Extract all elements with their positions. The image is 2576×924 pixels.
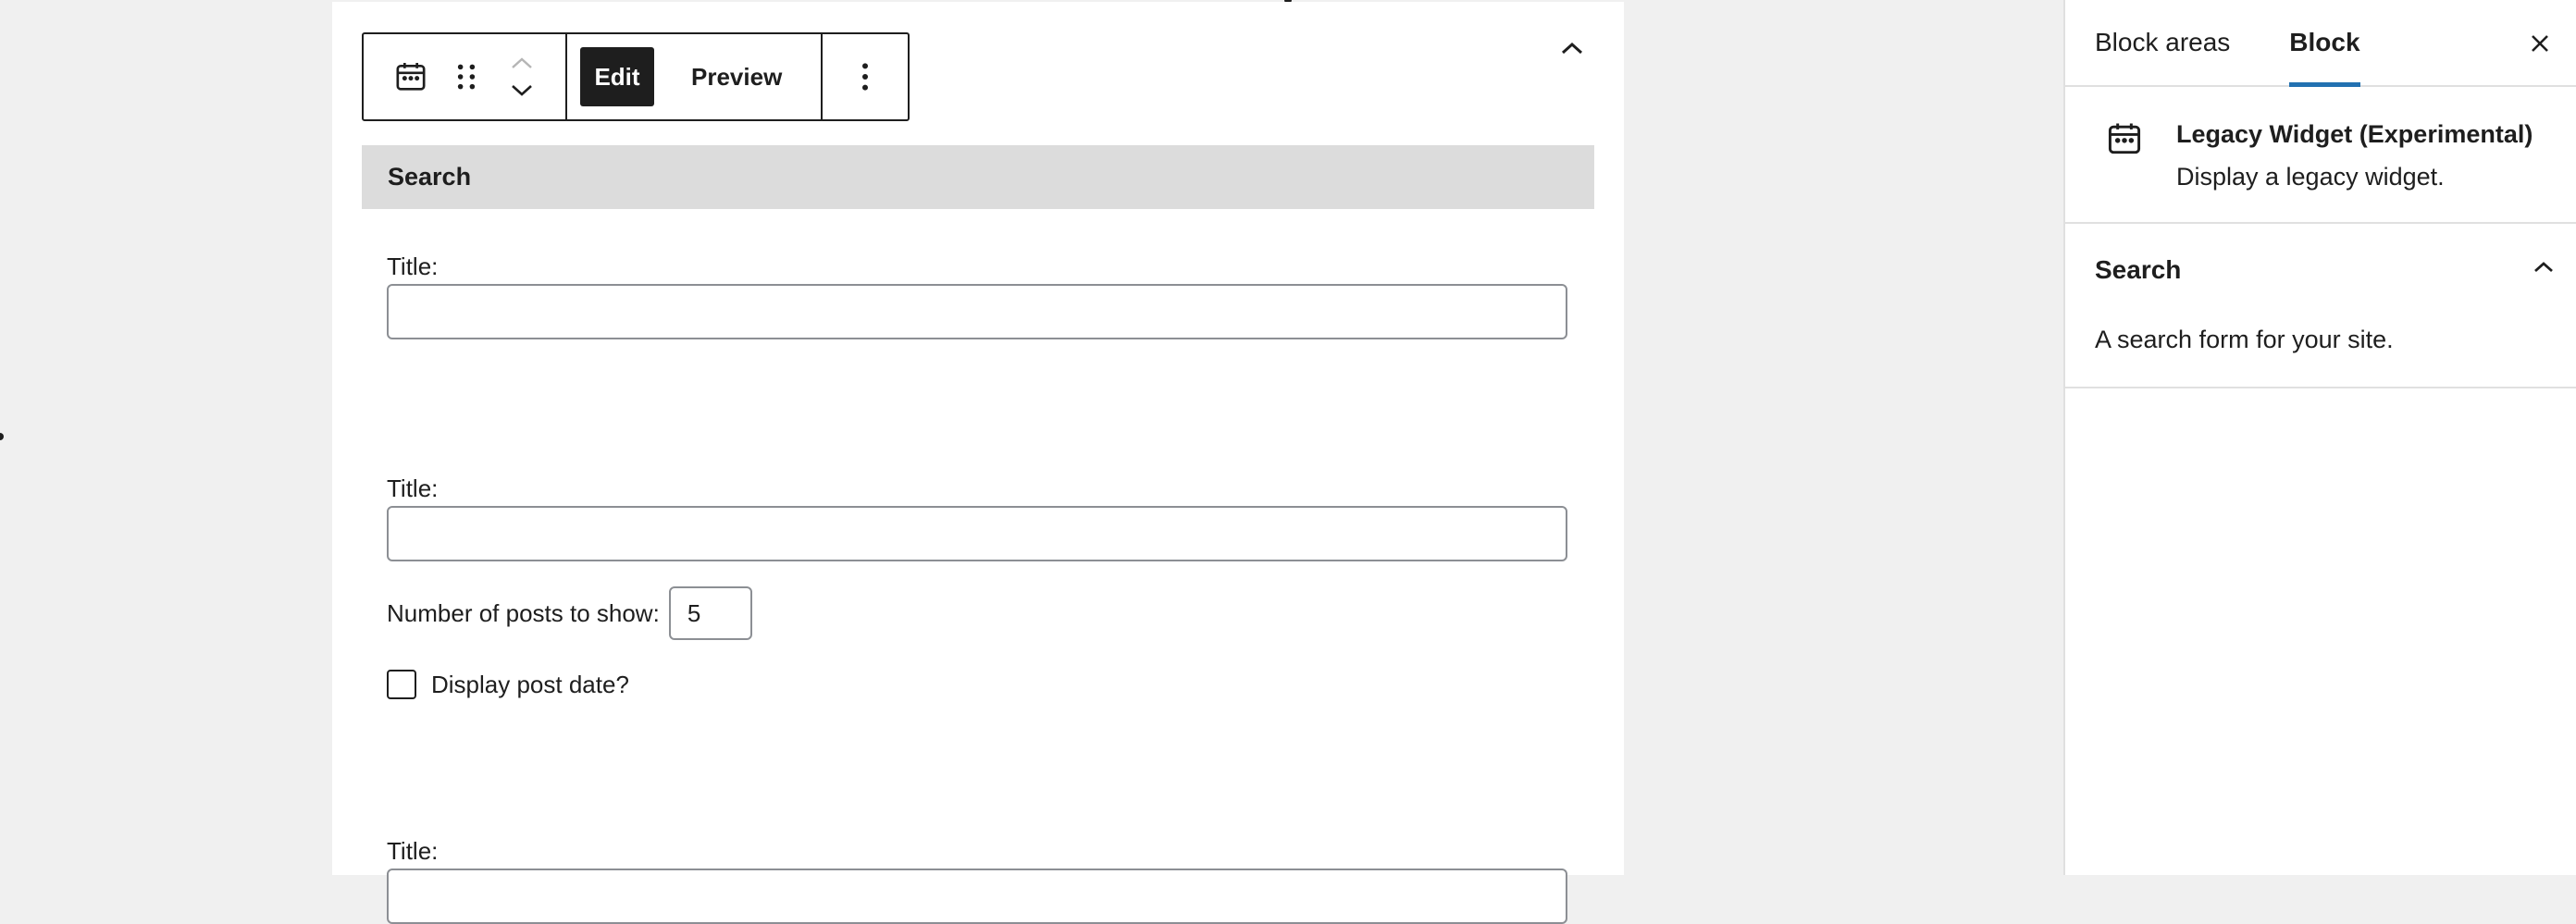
display-date-row: Display post date? bbox=[387, 670, 629, 699]
panel-description: A search form for your site. bbox=[2095, 326, 2394, 353]
display-date-checkbox[interactable] bbox=[387, 670, 416, 699]
drag-handle-icon[interactable] bbox=[445, 55, 488, 98]
move-down-button[interactable] bbox=[505, 77, 539, 105]
posts-count-label: Number of posts to show: bbox=[387, 598, 660, 627]
sidebar-tabs: Block areas Block bbox=[2065, 0, 2576, 87]
editor-canvas: Edit Preview Search Title: Title: Number… bbox=[0, 0, 2063, 924]
move-up-button[interactable] bbox=[505, 49, 539, 77]
block-toolbar: Edit Preview bbox=[362, 32, 910, 121]
tab-block-areas[interactable]: Block areas bbox=[2065, 0, 2260, 85]
display-date-label: Display post date? bbox=[431, 670, 629, 698]
panel-title[interactable]: Search bbox=[2095, 255, 2181, 285]
title-input[interactable] bbox=[387, 869, 1567, 924]
resize-handle-left[interactable] bbox=[0, 433, 4, 440]
widget-header: Search bbox=[362, 145, 1594, 209]
posts-count-input[interactable]: 5 bbox=[668, 586, 752, 640]
chevron-up-icon[interactable] bbox=[2528, 252, 2559, 283]
preview-button[interactable]: Preview bbox=[665, 47, 808, 106]
close-icon[interactable] bbox=[2524, 28, 2556, 59]
title-input[interactable] bbox=[387, 284, 1567, 339]
block-card-description: Display a legacy widget. bbox=[2176, 163, 2445, 191]
collapse-chevron-up-icon[interactable] bbox=[1554, 30, 1591, 67]
title-label: Title: bbox=[387, 253, 439, 280]
block-movers bbox=[501, 49, 543, 105]
calendar-icon[interactable] bbox=[390, 55, 432, 98]
block-toolbar-group-mode: Edit Preview bbox=[565, 34, 821, 119]
more-vertical-icon[interactable] bbox=[845, 56, 886, 97]
title-label: Title: bbox=[387, 474, 439, 502]
settings-sidebar: Block areas Block Legacy Widget (Experim… bbox=[2063, 0, 2576, 875]
divider bbox=[2065, 222, 2576, 224]
title-input[interactable] bbox=[387, 506, 1567, 561]
block-card-title: Legacy Widget (Experimental) bbox=[2176, 120, 2533, 148]
divider bbox=[2065, 387, 2576, 388]
tab-block[interactable]: Block bbox=[2260, 0, 2389, 87]
block-toolbar-group-more bbox=[821, 34, 908, 119]
calendar-icon bbox=[2104, 118, 2145, 164]
widget-area-page: Edit Preview Search Title: Title: Number… bbox=[332, 2, 1624, 924]
edit-button[interactable]: Edit bbox=[580, 47, 654, 106]
block-toolbar-group-tools bbox=[364, 34, 565, 119]
title-label: Title: bbox=[387, 837, 439, 865]
posts-count-row: Number of posts to show: 5 bbox=[387, 586, 752, 640]
